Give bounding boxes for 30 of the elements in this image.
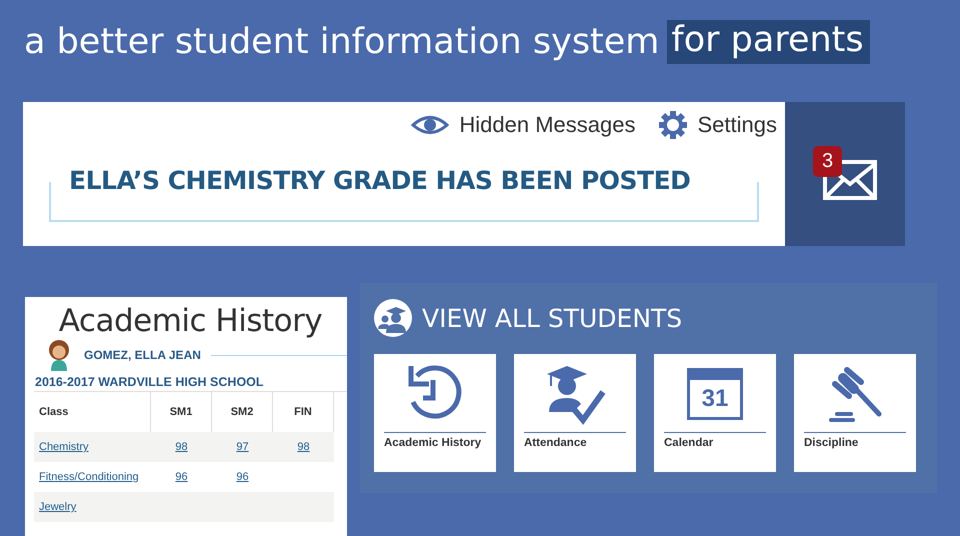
student-name: GOMEZ, ELLA JEAN <box>84 348 201 362</box>
school-year-heading: 2016-2017 WARDVILLE HIGH SCHOOL <box>34 371 347 392</box>
grade-link[interactable]: 96 <box>175 471 188 483</box>
grade-link[interactable]: 96 <box>236 471 249 483</box>
class-link[interactable]: Chemistry <box>39 441 89 453</box>
headline-text: a better student information system <box>24 22 660 62</box>
unread-count-badge: 3 <box>813 146 842 177</box>
class-link[interactable]: Jewelry <box>39 501 76 513</box>
grade-link[interactable]: 98 <box>175 441 188 453</box>
eye-icon <box>411 114 450 136</box>
grade-link[interactable]: 98 <box>297 441 310 453</box>
students-icon <box>374 299 412 337</box>
class-link[interactable]: Fitness/Conditioning <box>39 471 139 483</box>
shortcut-tile[interactable]: Attendance <box>514 354 636 472</box>
card-title: Academic History <box>58 303 324 339</box>
shortcut-tile[interactable]: 31 Calendar <box>654 354 776 472</box>
column-header: SM1 <box>170 406 192 418</box>
column-header: SM2 <box>230 406 254 418</box>
grade-link[interactable]: 97 <box>236 441 249 453</box>
column-header: FIN <box>294 406 312 418</box>
settings-icon <box>658 110 688 140</box>
inbox-panel[interactable]: 3 <box>785 102 905 246</box>
toolbar-link[interactable]: Settings <box>658 110 777 140</box>
toolbar-link[interactable]: Hidden Messages <box>411 110 636 140</box>
view-all-students-link[interactable]: VIEW ALL STUDENTS <box>374 299 923 337</box>
calendar-icon: 31 <box>687 368 743 420</box>
shortcut-tile[interactable]: Academic History <box>374 354 496 472</box>
highlighted-headline-text: for parents <box>667 20 870 64</box>
column-header: Class <box>39 406 68 418</box>
shortcut-tile[interactable]: Discipline <box>794 354 916 472</box>
